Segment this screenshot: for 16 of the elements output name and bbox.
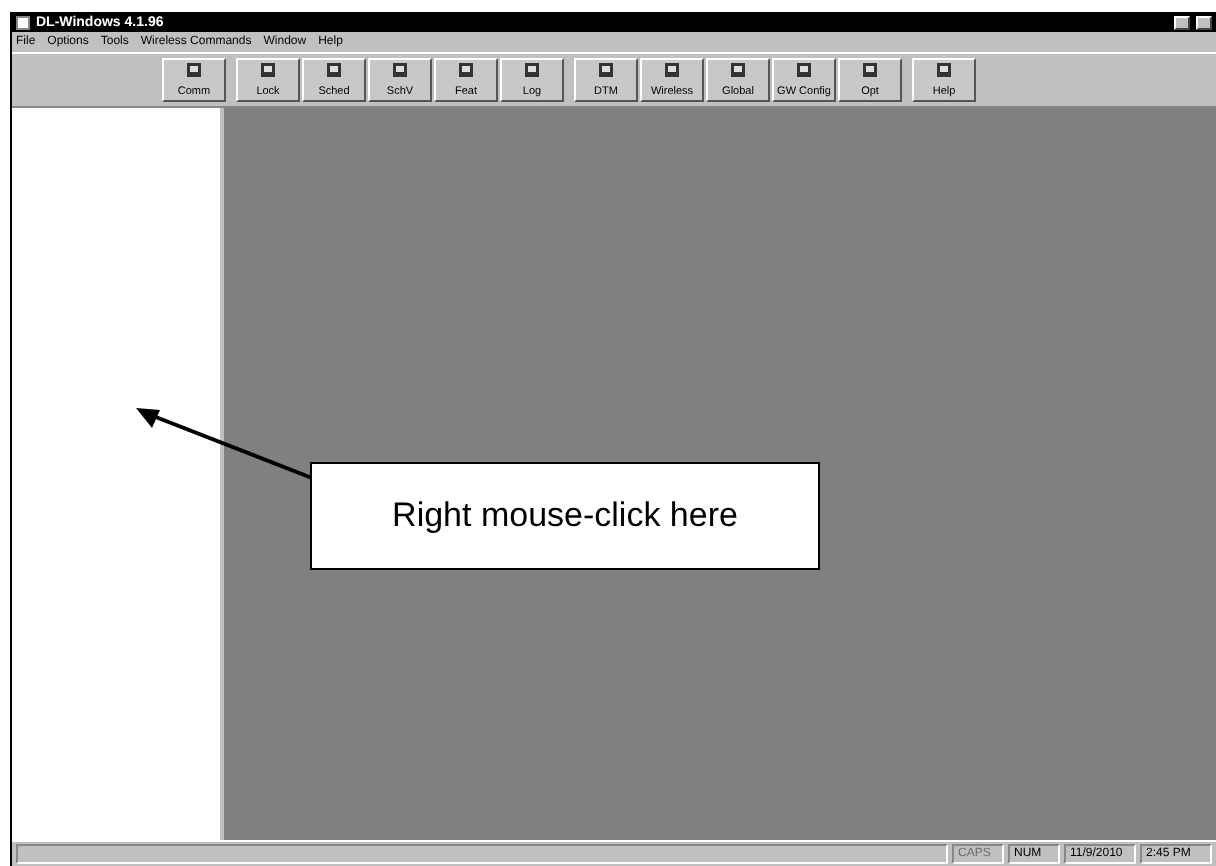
toolbar-glyph-icon	[796, 62, 812, 78]
toolbar-glyph-icon	[862, 62, 878, 78]
minimize-button[interactable]	[1174, 16, 1190, 30]
toolbar-glyph-icon	[524, 62, 540, 78]
toolbar-glyph-icon	[730, 62, 746, 78]
app-icon	[16, 16, 30, 30]
toolbar-glyph-icon	[392, 62, 408, 78]
toolbar-glyph-icon	[326, 62, 342, 78]
toolbar-glyph-icon	[458, 62, 474, 78]
toolbar-glyph-icon	[260, 62, 276, 78]
maximize-button[interactable]	[1196, 16, 1212, 30]
toolbar-glyph-icon	[664, 62, 680, 78]
toolbar-glyph-icon	[936, 62, 952, 78]
toolbar-glyph-icon	[598, 62, 614, 78]
toolbar-glyph-icon	[186, 62, 202, 78]
annotation-callout: Right mouse-click here	[310, 462, 820, 570]
